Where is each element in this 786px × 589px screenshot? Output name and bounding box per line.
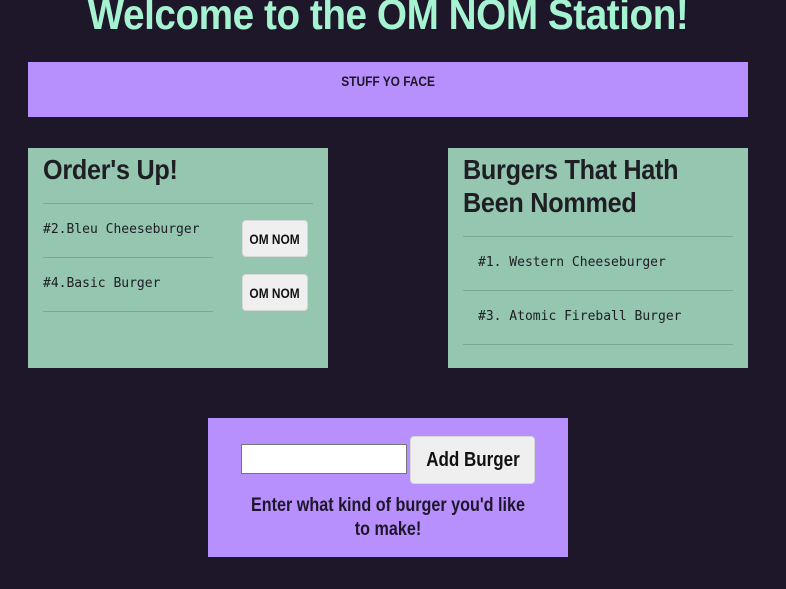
banner-label: STUFF YO FACE — [341, 73, 435, 89]
eaten-panel: Burgers That Hath Been Nommed #1. Wester… — [448, 148, 748, 368]
add-burger-button[interactable]: Add Burger — [410, 436, 535, 484]
divider — [463, 236, 733, 237]
divider — [463, 344, 733, 345]
burger-name-input[interactable] — [241, 444, 407, 474]
divider — [43, 257, 213, 258]
banner: STUFF YO FACE — [28, 62, 748, 117]
order-item-label: #4.Basic Burger — [43, 276, 161, 291]
add-burger-form: Add Burger Enter what kind of burger you… — [208, 418, 568, 557]
om-nom-button[interactable]: OM NOM — [242, 220, 308, 257]
page-title: Welcome to the OM NOM Station! — [87, 0, 689, 39]
form-hint: Enter what kind of burger you'd like to … — [251, 495, 525, 540]
orders-panel: Order's Up! #2.Bleu Cheeseburger OM NOM … — [28, 148, 328, 368]
order-item-label: #2.Bleu Cheeseburger — [43, 222, 200, 237]
divider — [43, 203, 313, 204]
eaten-item-label: #3. Atomic Fireball Burger — [478, 309, 682, 324]
divider — [43, 311, 213, 312]
eaten-title: Burgers That Hath Been Nommed — [463, 154, 679, 218]
om-nom-button[interactable]: OM NOM — [242, 274, 308, 311]
divider — [463, 290, 733, 291]
orders-title: Order's Up! — [43, 154, 178, 185]
eaten-item-label: #1. Western Cheeseburger — [478, 255, 666, 270]
